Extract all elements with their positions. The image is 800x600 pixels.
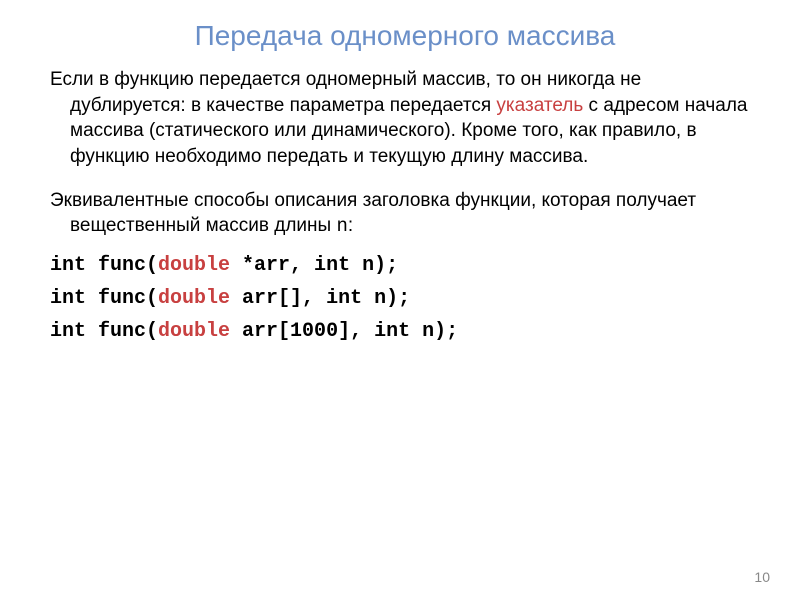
- page-number: 10: [754, 569, 770, 585]
- code-text: arr[1000], int n);: [230, 320, 458, 343]
- code-text: arr[], int n);: [230, 287, 410, 310]
- code-line-2: int func(double arr[], int n);: [50, 287, 760, 310]
- code-text: int func(: [50, 320, 158, 343]
- paragraph-1-keyword: указатель: [496, 95, 583, 116]
- paragraph-2: Эквивалентные способы описания заголовка…: [50, 188, 760, 240]
- code-text: *arr, int n);: [230, 254, 398, 277]
- code-keyword: double: [158, 254, 230, 277]
- paragraph-2-text-after: :: [348, 215, 353, 236]
- slide-title: Передача одномерного массива: [50, 20, 760, 52]
- paragraph-2-text-before: Эквивалентные способы описания заголовка…: [50, 190, 696, 237]
- paragraph-1: Если в функцию передается одномерный мас…: [50, 67, 760, 170]
- code-text: int func(: [50, 287, 158, 310]
- code-text: int func(: [50, 254, 158, 277]
- code-keyword: double: [158, 320, 230, 343]
- paragraph-2-mono: n: [336, 215, 347, 237]
- code-line-3: int func(double arr[1000], int n);: [50, 320, 760, 343]
- code-keyword: double: [158, 287, 230, 310]
- code-line-1: int func(double *arr, int n);: [50, 254, 760, 277]
